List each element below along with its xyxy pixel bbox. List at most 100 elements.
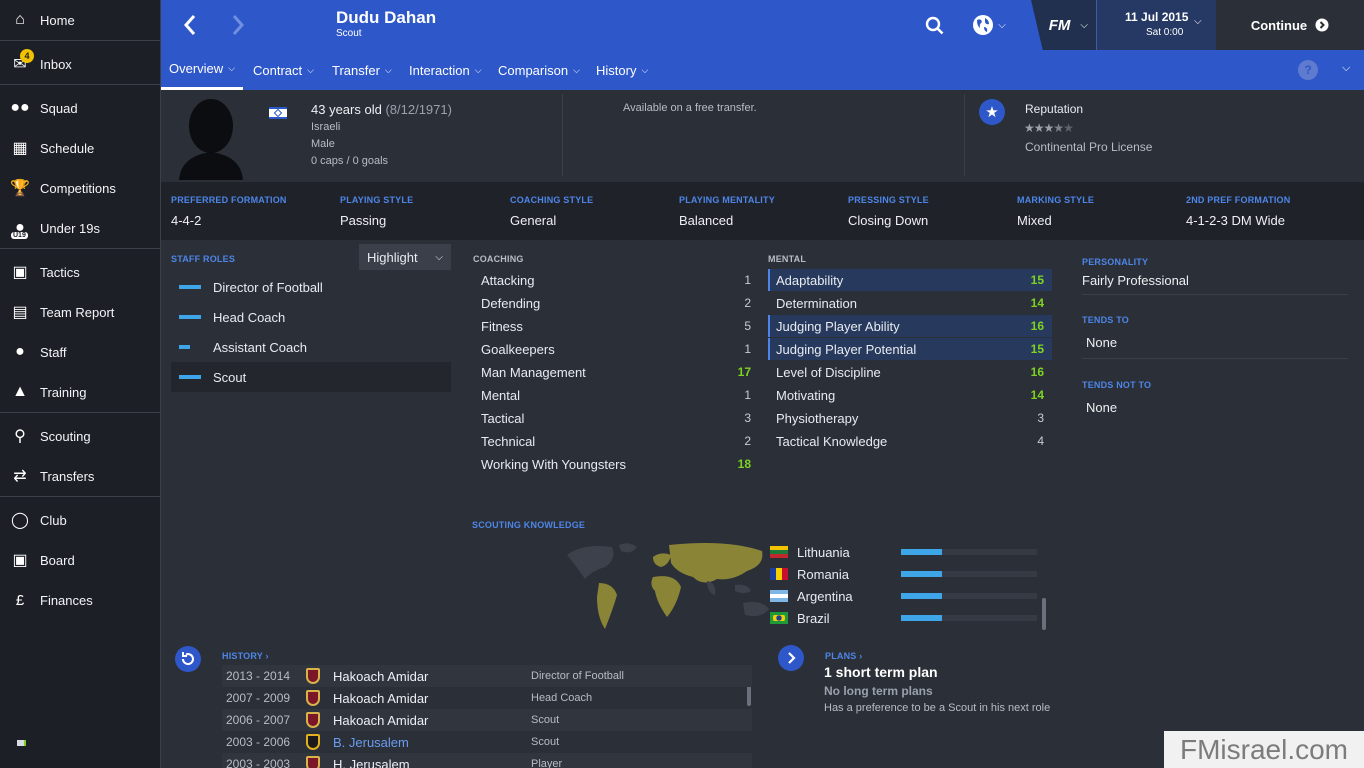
plans-badge [778, 645, 804, 671]
chevron-down-icon: ⌵ [228, 63, 236, 73]
history-years: 2003 - 2003 [226, 757, 291, 768]
tactics-icon: ▣ [12, 264, 28, 281]
gender-value: Male [311, 138, 335, 150]
attribute-value: 1 [744, 388, 751, 402]
staff-role-row[interactable]: Scout [171, 362, 451, 392]
staff-role-row[interactable]: Director of Football [171, 272, 451, 302]
tab-interaction[interactable]: Interaction ⌵ [409, 50, 482, 90]
tab-contract[interactable]: Contract ⌵ [253, 50, 314, 90]
attribute-label: Judging Player Ability [776, 318, 900, 334]
attribute-row: Technical 2 [473, 430, 759, 452]
fm-logo: FM [1048, 16, 1071, 34]
globe-menu-button[interactable]: ⌵ [967, 12, 1011, 38]
role-suitability-bar [179, 345, 190, 349]
continue-button[interactable]: Continue [1216, 0, 1364, 50]
style-label: PLAYING MENTALITY [679, 195, 775, 205]
attribute-row: Tactical Knowledge 4 [768, 430, 1052, 452]
attribute-label: Judging Player Potential [776, 341, 917, 357]
sidebar-item-finances[interactable]: £ Finances [0, 580, 160, 620]
sidebar-item-board[interactable]: ▣ Board [0, 540, 160, 580]
highlight-dropdown[interactable]: Highlight ⌵ [359, 244, 451, 270]
attribute-value: 4 [1037, 434, 1044, 448]
coaching-title: COACHING [473, 254, 524, 264]
history-title-link[interactable]: HISTORY › [222, 651, 269, 661]
sidebar-item-label: Tactics [40, 264, 80, 280]
knowledge-bar-fill [901, 549, 942, 555]
history-club[interactable]: B. Jerusalem [333, 735, 531, 750]
history-row: 2003 - 2003 H. Jerusalem Player [222, 753, 752, 768]
sidebar-item-competitions[interactable]: 🏆 Competitions [0, 168, 160, 208]
staff-roles-title: STAFF ROLES [171, 254, 236, 264]
sidebar-item-scouting[interactable]: ⚲ Scouting [0, 416, 160, 456]
sidebar-item-label: Staff [40, 344, 67, 360]
trophy-icon: 🏆 [10, 180, 30, 197]
history-years: 2006 - 2007 [226, 713, 291, 727]
tab-transfer[interactable]: Transfer ⌵ [332, 50, 392, 90]
club-crest-icon [306, 734, 320, 750]
board-icon: ▣ [12, 552, 28, 569]
attribute-label: Attacking [481, 272, 535, 288]
fm-menu[interactable]: FM ⌵ [1031, 0, 1096, 50]
personality-panel: PERSONALITY Fairly Professional TENDS TO… [1064, 242, 1364, 634]
sidebar-item-home[interactable]: ⌂ Home [0, 0, 160, 40]
sidebar-item-team-report[interactable]: ▤ Team Report [0, 292, 160, 332]
tab-overview[interactable]: Overview ⌵ [161, 50, 244, 90]
staff-icon: ● [15, 343, 25, 360]
style-label: PRESSING STYLE [848, 195, 929, 205]
plans-title-link[interactable]: PLANS › [825, 651, 862, 661]
reputation-label: Reputation [1025, 102, 1084, 116]
sidebar-item-staff[interactable]: ● Staff [0, 332, 160, 372]
brazil-flag-icon [770, 612, 788, 624]
history-row: 2007 - 2009 Hakoach Amidar Head Coach [222, 687, 752, 709]
chevron-left-icon [183, 15, 196, 35]
style-value: Passing [340, 213, 387, 228]
history-row: 2013 - 2014 Hakoach Amidar Director of Foo… [222, 665, 752, 687]
divider [1082, 294, 1348, 295]
date-button[interactable]: 11 Jul 2015 Sat 0:00 ⌵ [1096, 0, 1216, 50]
knowledge-bar [901, 593, 1037, 599]
israel-flag-icon [269, 107, 287, 119]
forward-button[interactable] [223, 10, 253, 40]
chevron-down-icon[interactable]: ⌵ [1342, 62, 1350, 75]
mental-title: MENTAL [768, 254, 807, 264]
divider [964, 94, 965, 176]
sidebar-item-label: Finances [40, 592, 93, 608]
age-value: 43 years old [311, 102, 382, 117]
globe-icon [973, 15, 994, 35]
sidebar-item-club[interactable]: ◯ Club [0, 500, 160, 540]
divider [1082, 358, 1348, 359]
knowledge-row: Romania [770, 563, 1050, 585]
transfers-icon: ⇄ [13, 468, 27, 485]
reputation-stars: ★★★★★ [1024, 121, 1074, 135]
sidebar-item-schedule[interactable]: ▦ Schedule [0, 128, 160, 168]
sidebar-item-label: Training [40, 384, 87, 400]
sidebar-item-tactics[interactable]: ▣ Tactics [0, 252, 160, 292]
attribute-value: 17 [737, 365, 751, 379]
sidebar-item-under-19s[interactable]: ● U19 Under 19s [0, 208, 160, 248]
knowledge-bar-fill [901, 593, 942, 599]
tends-to-title: TENDS TO [1082, 315, 1129, 325]
finances-icon: £ [15, 591, 25, 609]
attribute-value: 14 [1030, 388, 1044, 402]
tab-comparison[interactable]: Comparison ⌵ [498, 50, 580, 90]
sidebar-item-inbox[interactable]: ✉ 4 Inbox [0, 44, 160, 84]
attribute-label: Tactical Knowledge [776, 433, 888, 449]
history-row: 2003 - 2006 B. Jerusalem Scout [222, 731, 752, 753]
tab-history[interactable]: History ⌵ [596, 50, 648, 90]
back-button[interactable] [175, 10, 205, 40]
sidebar-item-label: Home [40, 12, 75, 28]
sidebar-divider [0, 248, 160, 249]
search-button[interactable] [921, 12, 947, 38]
sidebar-item-transfers[interactable]: ⇄ Transfers [0, 456, 160, 496]
attribute-row: Defending 2 [473, 292, 759, 314]
sidebar-item-squad[interactable]: ●● Squad [0, 88, 160, 128]
attribute-value: 3 [1037, 411, 1044, 425]
staff-role-row[interactable]: Assistant Coach [171, 332, 451, 362]
sidebar-item-training[interactable]: ▲ Training [0, 372, 160, 412]
staff-role-row[interactable]: Head Coach [171, 302, 451, 332]
help-button[interactable]: ? [1298, 60, 1318, 80]
personality-title: PERSONALITY [1082, 257, 1149, 267]
plans-title: PLANS [825, 651, 857, 661]
tab-label: History [596, 62, 637, 78]
style-label: COACHING STYLE [510, 195, 594, 205]
